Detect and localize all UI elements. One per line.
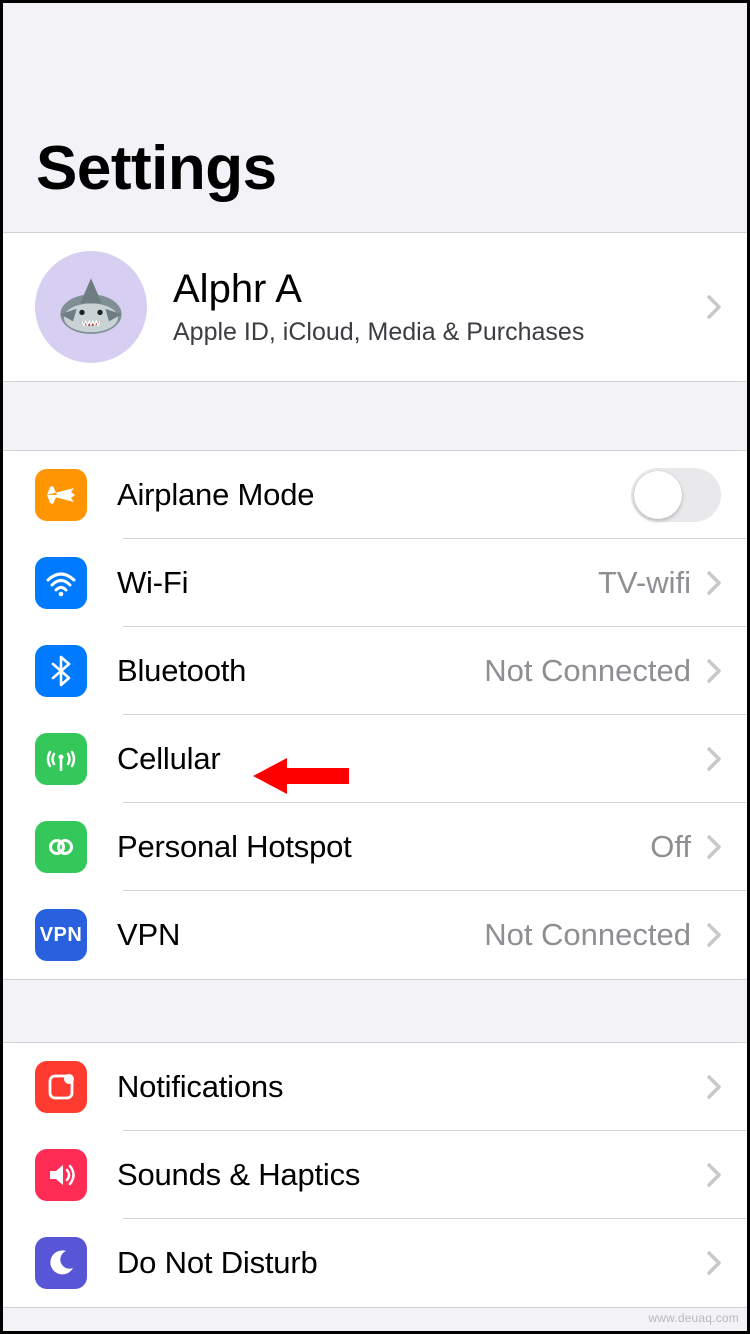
page-title: Settings (3, 3, 747, 232)
cellular-label: Cellular (117, 741, 707, 777)
dnd-label: Do Not Disturb (117, 1245, 707, 1281)
connectivity-section: Airplane Mode Wi-Fi TV-wifi Bluetooth No… (3, 450, 747, 980)
section-spacer (3, 382, 747, 450)
account-text: Alphr A Apple ID, iCloud, Media & Purcha… (173, 267, 707, 347)
bluetooth-value: Not Connected (484, 653, 691, 689)
dnd-row[interactable]: Do Not Disturb (3, 1219, 747, 1307)
vpn-badge-text: VPN (40, 924, 83, 947)
bluetooth-icon (35, 645, 87, 697)
hotspot-label: Personal Hotspot (117, 829, 650, 865)
chevron-right-icon (707, 1251, 721, 1275)
section-spacer (3, 980, 747, 1042)
wifi-icon (35, 557, 87, 609)
chevron-right-icon (707, 1075, 721, 1099)
vpn-value: Not Connected (484, 917, 691, 953)
sounds-row[interactable]: Sounds & Haptics (3, 1131, 747, 1219)
account-section: Alphr A Apple ID, iCloud, Media & Purcha… (3, 232, 747, 382)
account-name: Alphr A (173, 267, 707, 312)
airplane-mode-row[interactable]: Airplane Mode (3, 451, 747, 539)
chevron-right-icon (707, 747, 721, 771)
moon-icon (35, 1237, 87, 1289)
watermark: www.deuaq.com (648, 1311, 739, 1325)
airplane-toggle[interactable] (631, 468, 721, 522)
hotspot-value: Off (650, 829, 691, 865)
cellular-row[interactable]: Cellular (3, 715, 747, 803)
chevron-right-icon (707, 1163, 721, 1187)
sounds-label: Sounds & Haptics (117, 1157, 707, 1193)
apple-id-row[interactable]: Alphr A Apple ID, iCloud, Media & Purcha… (3, 233, 747, 381)
account-subtitle: Apple ID, iCloud, Media & Purchases (173, 318, 707, 347)
sounds-icon (35, 1149, 87, 1201)
chevron-right-icon (707, 923, 721, 947)
vpn-row[interactable]: VPN VPN Not Connected (3, 891, 747, 979)
chevron-right-icon (707, 295, 721, 319)
wifi-row[interactable]: Wi-Fi TV-wifi (3, 539, 747, 627)
wifi-value: TV-wifi (598, 565, 691, 601)
notifications-label: Notifications (117, 1069, 707, 1105)
alerts-section: Notifications Sounds & Haptics Do Not Di… (3, 1042, 747, 1308)
chevron-right-icon (707, 835, 721, 859)
notifications-icon (35, 1061, 87, 1113)
bluetooth-label: Bluetooth (117, 653, 484, 689)
wifi-label: Wi-Fi (117, 565, 598, 601)
chevron-right-icon (707, 659, 721, 683)
vpn-label: VPN (117, 917, 484, 953)
hotspot-row[interactable]: Personal Hotspot Off (3, 803, 747, 891)
airplane-label: Airplane Mode (117, 477, 631, 513)
bluetooth-row[interactable]: Bluetooth Not Connected (3, 627, 747, 715)
chevron-right-icon (707, 571, 721, 595)
cellular-icon (35, 733, 87, 785)
avatar (35, 251, 147, 363)
notifications-row[interactable]: Notifications (3, 1043, 747, 1131)
shark-avatar-icon (46, 262, 136, 352)
vpn-icon: VPN (35, 909, 87, 961)
airplane-icon (35, 469, 87, 521)
hotspot-icon (35, 821, 87, 873)
